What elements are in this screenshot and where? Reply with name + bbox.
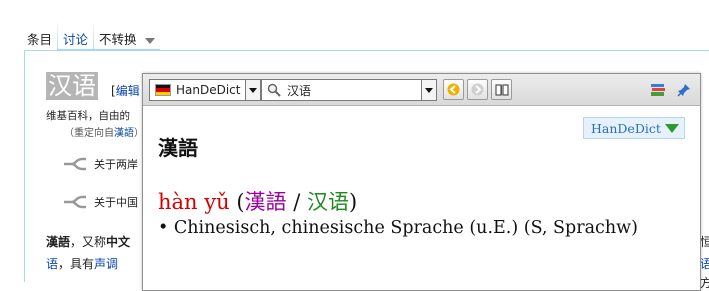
open-dictionary-button[interactable] (491, 79, 512, 100)
dictionary-popup: HanDeDict 汉语 HanDeDict 漢語 hàn yǔ (漢語 / 汉… (142, 73, 701, 291)
forward-arrow-icon (471, 83, 484, 96)
intro-link[interactable]: 声调 (94, 257, 118, 271)
close-paren: ) (348, 190, 358, 214)
redirect-prefix: （重定向自 (64, 128, 114, 139)
variant-label: 不转换 (99, 32, 137, 47)
traditional-form: 漢語 (244, 190, 287, 214)
site-tagline: 维基百科，自由的 (46, 110, 130, 122)
intro-paragraph-line: 漢語，又称中文 (46, 233, 130, 250)
content-left-border (24, 51, 25, 282)
intro-text: ，又称 (70, 235, 107, 249)
hatnote: 关于中国 (62, 194, 138, 210)
pinyin: hàn yǔ (158, 190, 230, 214)
slash-separator: / (286, 190, 307, 214)
pushpin-icon (677, 84, 690, 97)
dictionary-badge-label: HanDeDict (591, 120, 661, 136)
headword: 漢語 (158, 136, 198, 160)
book-icon (494, 83, 509, 96)
intro-bold-term: 中文 (106, 235, 131, 249)
search-icon (267, 83, 281, 97)
chevron-down-icon (144, 37, 155, 44)
open-paren: ( (229, 190, 245, 214)
tab-talk[interactable]: 讨论 (58, 20, 94, 50)
dropdown-arrow-icon[interactable] (245, 80, 260, 100)
hatnote-text: 关于两岸 (94, 158, 138, 171)
dictionaries-icon[interactable] (649, 81, 667, 99)
redirect-note: （重定向自漢語） (64, 124, 144, 139)
dictionary-select-value: HanDeDict (176, 83, 241, 97)
redirect-link[interactable]: 漢語 (114, 128, 134, 139)
back-button[interactable] (443, 79, 464, 100)
pin-icon[interactable] (675, 81, 693, 99)
popup-toolbar: HanDeDict 汉语 (143, 74, 700, 106)
tab-article[interactable]: 条目 (22, 20, 58, 50)
back-arrow-icon (447, 83, 460, 96)
text-fragment: 语 (700, 257, 709, 271)
text-fragment: 方 (700, 276, 709, 290)
entry-header: hàn yǔ (漢語 / 汉语) (158, 186, 357, 216)
tab-variant[interactable]: 不转换 (94, 20, 160, 50)
intro-link[interactable]: 语 (46, 257, 58, 271)
forward-button[interactable] (467, 79, 488, 100)
german-flag-icon (155, 84, 171, 96)
hatnote: 关于两岸 (62, 156, 138, 172)
simplified-form: 汉语 (306, 190, 349, 214)
content-top-border (24, 50, 709, 51)
search-history-dropdown-icon[interactable] (421, 80, 436, 100)
intro-paragraph-line: 语，具有声调 (46, 255, 118, 272)
search-input-value: 汉语 (287, 83, 312, 98)
definition: • Chinesisch, chinesische Sprache (u.E.)… (158, 218, 638, 238)
dictionary-select[interactable]: HanDeDict (149, 79, 261, 101)
intro-bold-term: 漢語 (46, 235, 71, 249)
search-input[interactable]: 汉语 (261, 79, 437, 101)
intro-text: ，具有 (58, 257, 95, 271)
disambiguation-icon (64, 195, 86, 209)
books-stack-icon (651, 84, 665, 96)
text-fragment: 恒 (700, 235, 709, 249)
edit-section-link[interactable]: [编辑 (111, 82, 140, 99)
edit-link-label[interactable]: 编辑 (116, 84, 140, 98)
collapse-triangle-icon (664, 123, 679, 133)
hatnote-text: 关于中国 (94, 196, 138, 209)
disambiguation-icon (64, 157, 86, 171)
dictionary-badge[interactable]: HanDeDict (583, 117, 685, 139)
page-tabs: 条目 讨论 不转换 (22, 20, 160, 50)
page-title: 汉语 (46, 72, 98, 100)
